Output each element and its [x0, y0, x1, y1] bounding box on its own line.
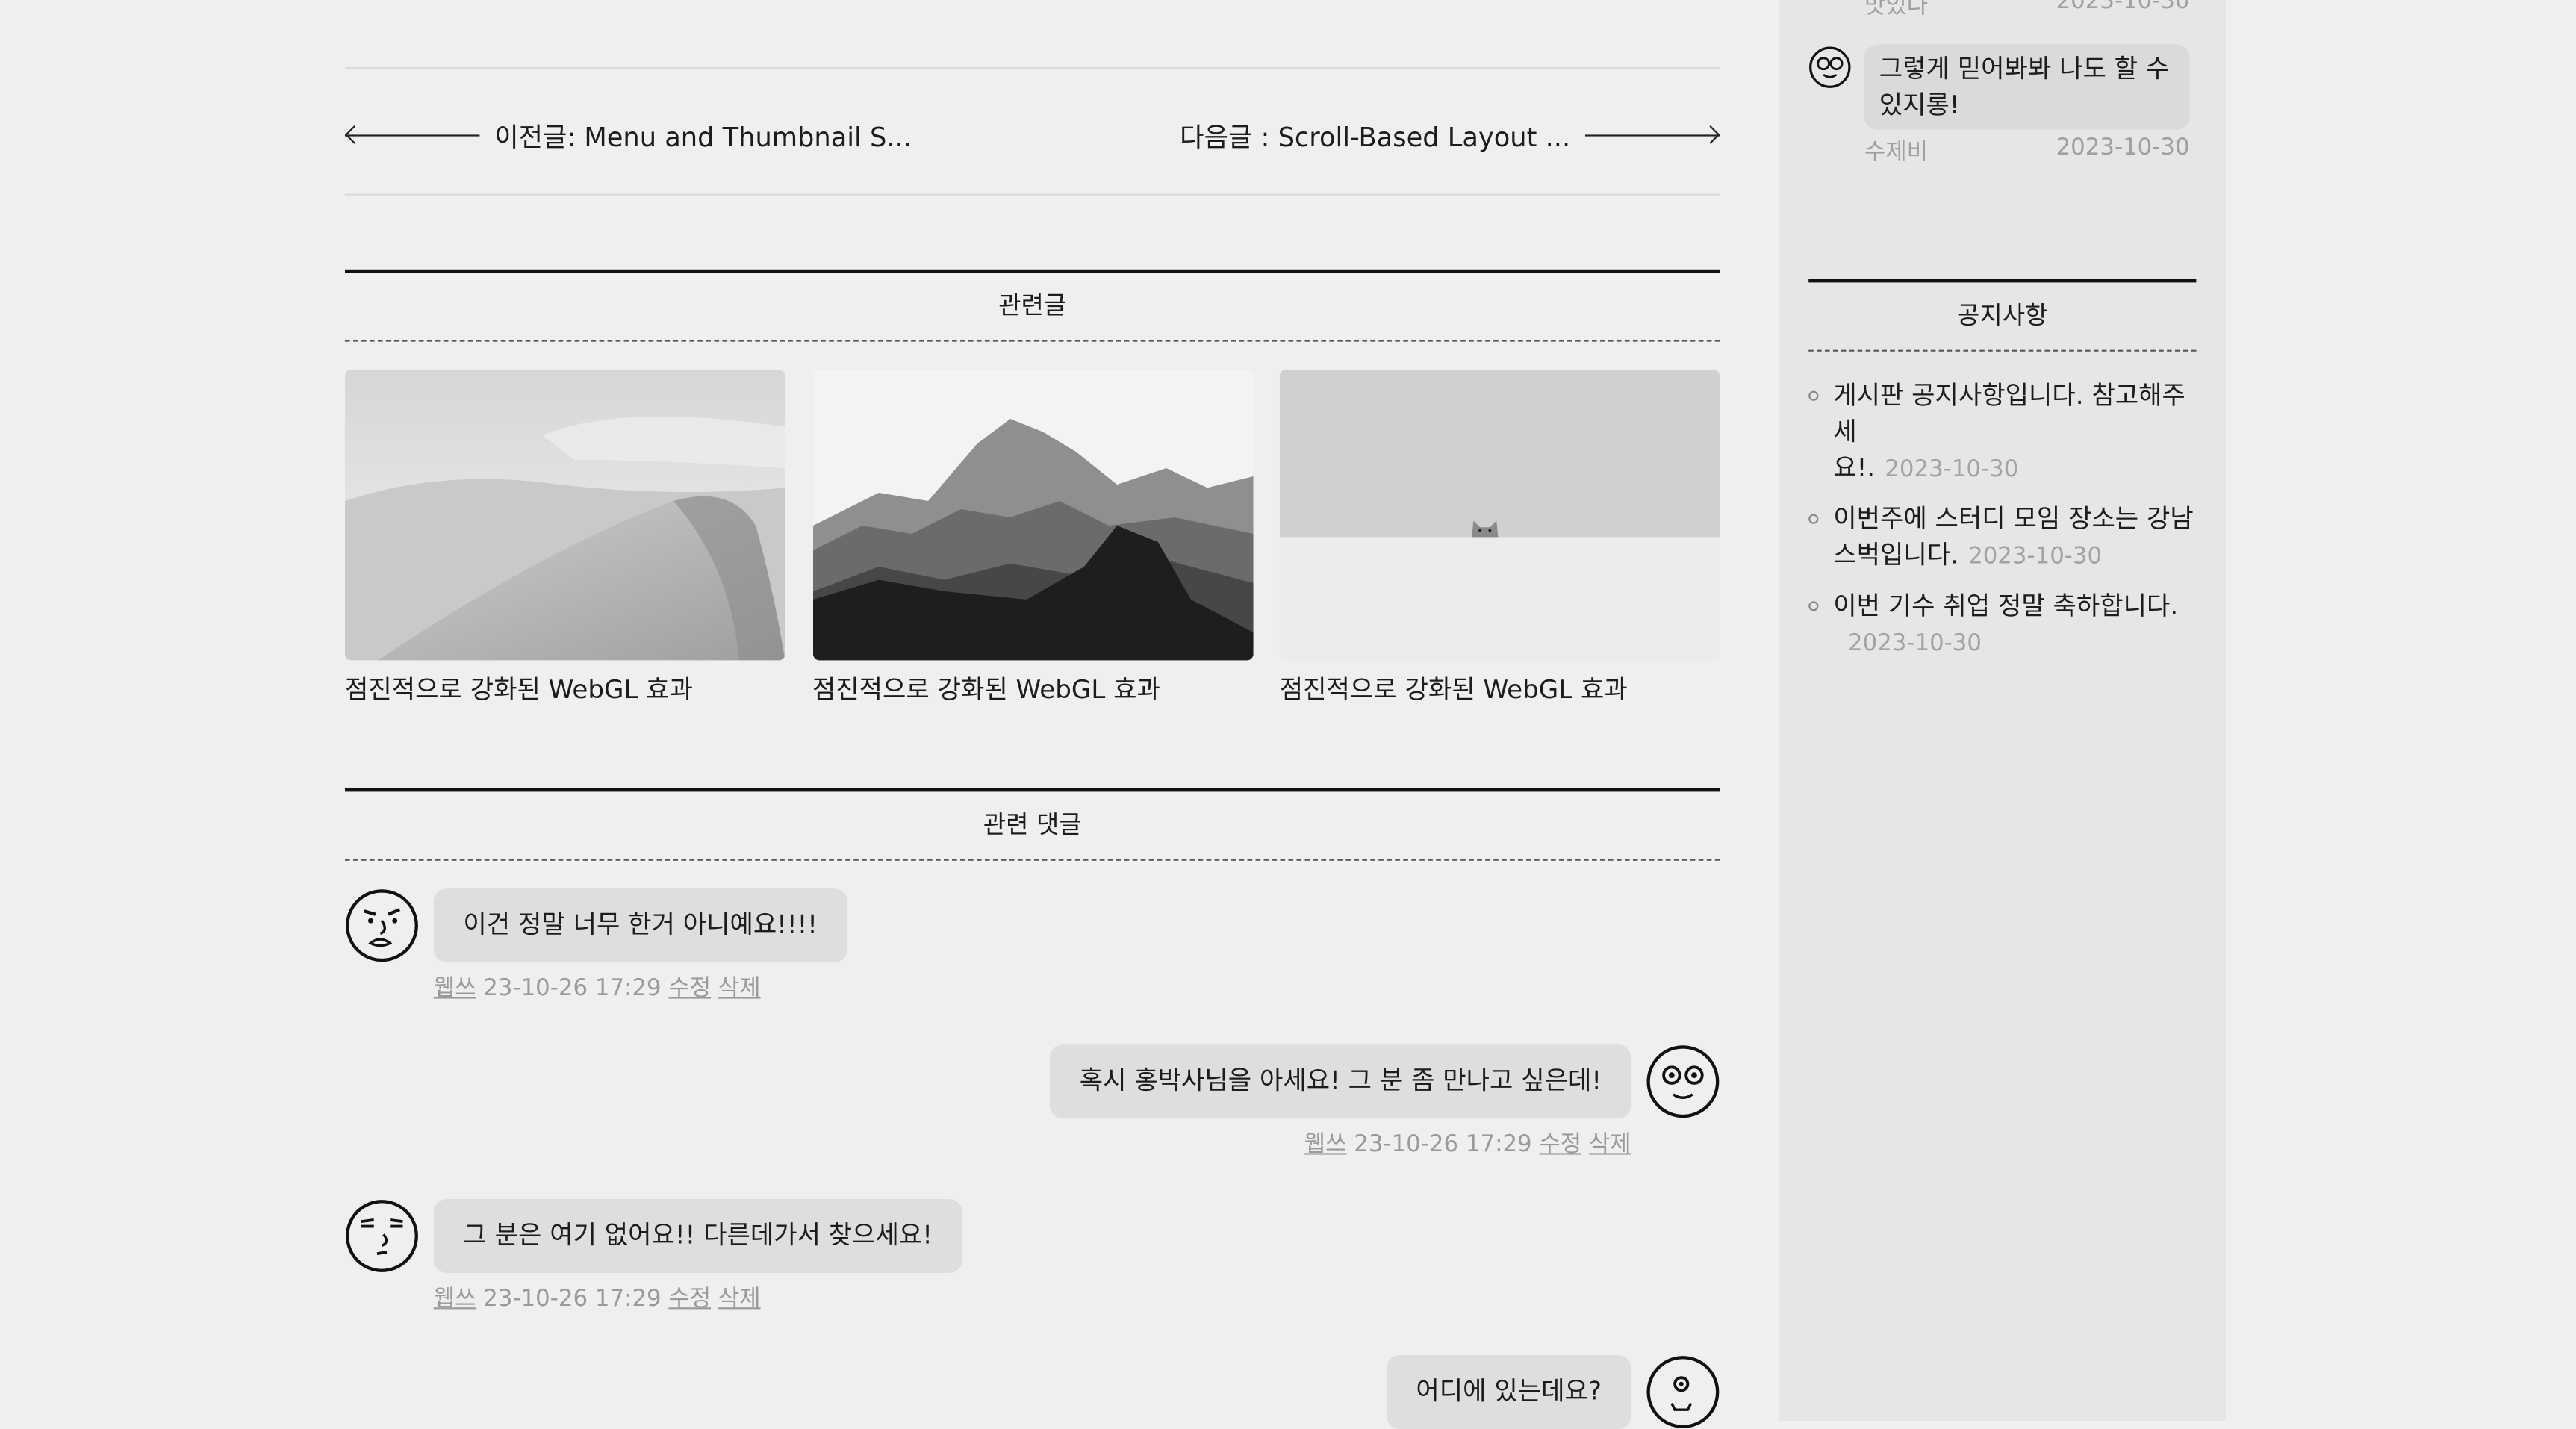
- edit-comment-link[interactable]: 수정: [668, 976, 711, 1002]
- recent-comment-date: 2023-10-30: [2056, 134, 2190, 161]
- notice-date: 2023-10-30: [1848, 630, 1982, 657]
- related-post-title: 점진적으로 강화된 WebGL 효과: [812, 675, 1160, 705]
- notice-date: 2023-10-30: [1885, 456, 2019, 483]
- arrow-left-icon: [345, 134, 480, 136]
- previous-post-label: 이전글: Menu and Thumbnail S...: [494, 121, 912, 153]
- cat-peeking-over-wall-image: [1279, 370, 1720, 661]
- related-post-card[interactable]: 점진적으로 강화된 WebGL 효과: [1279, 370, 1720, 706]
- notices-heading: 공지사항: [1808, 279, 2197, 352]
- related-post-card[interactable]: 점진적으로 강화된 WebGL 효과: [345, 370, 785, 706]
- comment-author[interactable]: 웹쓰: [1304, 1132, 1347, 1158]
- recent-comment-author: 맛있다: [1864, 0, 1929, 20]
- comment-date: 23-10-26 17:29: [483, 975, 662, 1002]
- delete-comment-link[interactable]: 삭제: [718, 976, 761, 1002]
- notice-text: 요!.: [1833, 453, 1876, 483]
- recent-comment-author: 수제비: [1864, 140, 1929, 166]
- related-posts-heading: 관련글: [345, 269, 1720, 342]
- notice-date: 2023-10-30: [1968, 544, 2103, 570]
- comment-meta: 웹쓰 23-10-26 17:29 수정 삭제: [434, 971, 761, 1003]
- recent-comment-text-line2: 있지롱!: [1879, 90, 1960, 120]
- recent-comment-date: 2023-10-30: [2056, 0, 2190, 15]
- comment-author[interactable]: 웹쓰: [434, 1286, 476, 1313]
- related-post-card[interactable]: 점진적으로 강화된 WebGL 효과: [812, 370, 1253, 706]
- divider: [345, 193, 1720, 196]
- recent-comment-bubble[interactable]: 그렇게 믿어봐봐 나도 할 수 있지롱!: [1864, 44, 2190, 130]
- comment-author[interactable]: 웹쓰: [434, 976, 476, 1002]
- mountain-range-image: [812, 370, 1253, 661]
- related-posts-grid: 점진적으로 강화된 WebGL 효과 점진적으로 강화된 WebGL 효과 점진…: [345, 370, 1720, 706]
- comment-text: 어디에 있는데요?: [1386, 1355, 1631, 1429]
- comment-meta: 웹쓰 23-10-26 17:29 수정 삭제: [434, 1281, 761, 1314]
- related-post-title: 점진적으로 강화된 WebGL 효과: [1279, 675, 1628, 705]
- related-post-title: 점진적으로 강화된 WebGL 효과: [345, 675, 694, 705]
- recent-comment-text-line1: 그렇게 믿어봐봐 나도 할 수: [1879, 54, 2170, 84]
- delete-comment-link[interactable]: 삭제: [1589, 1132, 1631, 1158]
- notice-text: 이번주에 스터디 모임 장소는 강남: [1833, 504, 2194, 534]
- comment-text: 그 분은 여기 없어요!! 다른데가서 찾으세요!: [433, 1199, 962, 1273]
- face-avatar-icon: [1646, 1356, 1720, 1428]
- notice-text: 이번 기수 취업 정말 축하합니다.: [1833, 591, 2179, 621]
- notice-item[interactable]: 게시판 공지사항입니다. 참고해주세 요!. 2023-10-30: [1808, 378, 2196, 488]
- notice-item[interactable]: 이번주에 스터디 모임 장소는 강남 스벅입니다. 2023-10-30: [1808, 501, 2196, 575]
- comment-date: 23-10-26 17:29: [483, 1286, 662, 1313]
- edit-comment-link[interactable]: 수정: [1539, 1132, 1581, 1158]
- notice-item[interactable]: 이번 기수 취업 정말 축하합니다. 2023-10-30: [1808, 588, 2196, 662]
- related-comments-heading: 관련 댓글: [345, 788, 1720, 861]
- edit-comment-link[interactable]: 수정: [668, 1286, 711, 1313]
- comment-meta: 웹쓰 23-10-26 17:29 수정 삭제: [1304, 1127, 1631, 1159]
- desert-dunes-image: [345, 370, 785, 661]
- notice-text: 스벅입니다.: [1833, 540, 1959, 570]
- divider: [345, 67, 1720, 69]
- face-avatar-icon: [1809, 46, 1851, 88]
- comment-date: 23-10-26 17:29: [1354, 1131, 1532, 1158]
- next-post-link[interactable]: 다음글 : Scroll-Based Layout ...: [1180, 115, 1720, 155]
- notice-list: 게시판 공지사항입니다. 참고해주세 요!. 2023-10-30 이번주에 스터…: [1808, 378, 2196, 675]
- arrow-right-icon: [1585, 134, 1720, 136]
- recent-comment-meta: 수제비 2023-10-30: [1864, 134, 2190, 167]
- delete-comment-link[interactable]: 삭제: [718, 1286, 761, 1313]
- main-column: 이전글: Menu and Thumbnail S... 다음글 : Scrol…: [345, 0, 1720, 1429]
- next-post-label: 다음글 : Scroll-Based Layout ...: [1180, 121, 1571, 153]
- previous-post-link[interactable]: 이전글: Menu and Thumbnail S...: [345, 115, 912, 155]
- notice-text: 게시판 공지사항입니다. 참고해주세: [1833, 381, 2185, 447]
- sidebar: 맛있다 2023-10-30 그렇게 믿어봐봐 나도 할 수 있지롱! 수제비 …: [1779, 0, 2226, 1421]
- face-avatar-icon: [346, 1200, 418, 1272]
- face-avatar-icon: [346, 889, 418, 962]
- comment-text: 이건 정말 너무 한거 아니예요!!!!: [433, 888, 847, 963]
- recent-comment-meta: 맛있다 2023-10-30: [1864, 0, 2190, 22]
- face-avatar-icon: [1646, 1045, 1720, 1118]
- comment-text: 혹시 홍박사님을 아세요! 그 분 좀 만나고 싶은데!: [1050, 1044, 1631, 1119]
